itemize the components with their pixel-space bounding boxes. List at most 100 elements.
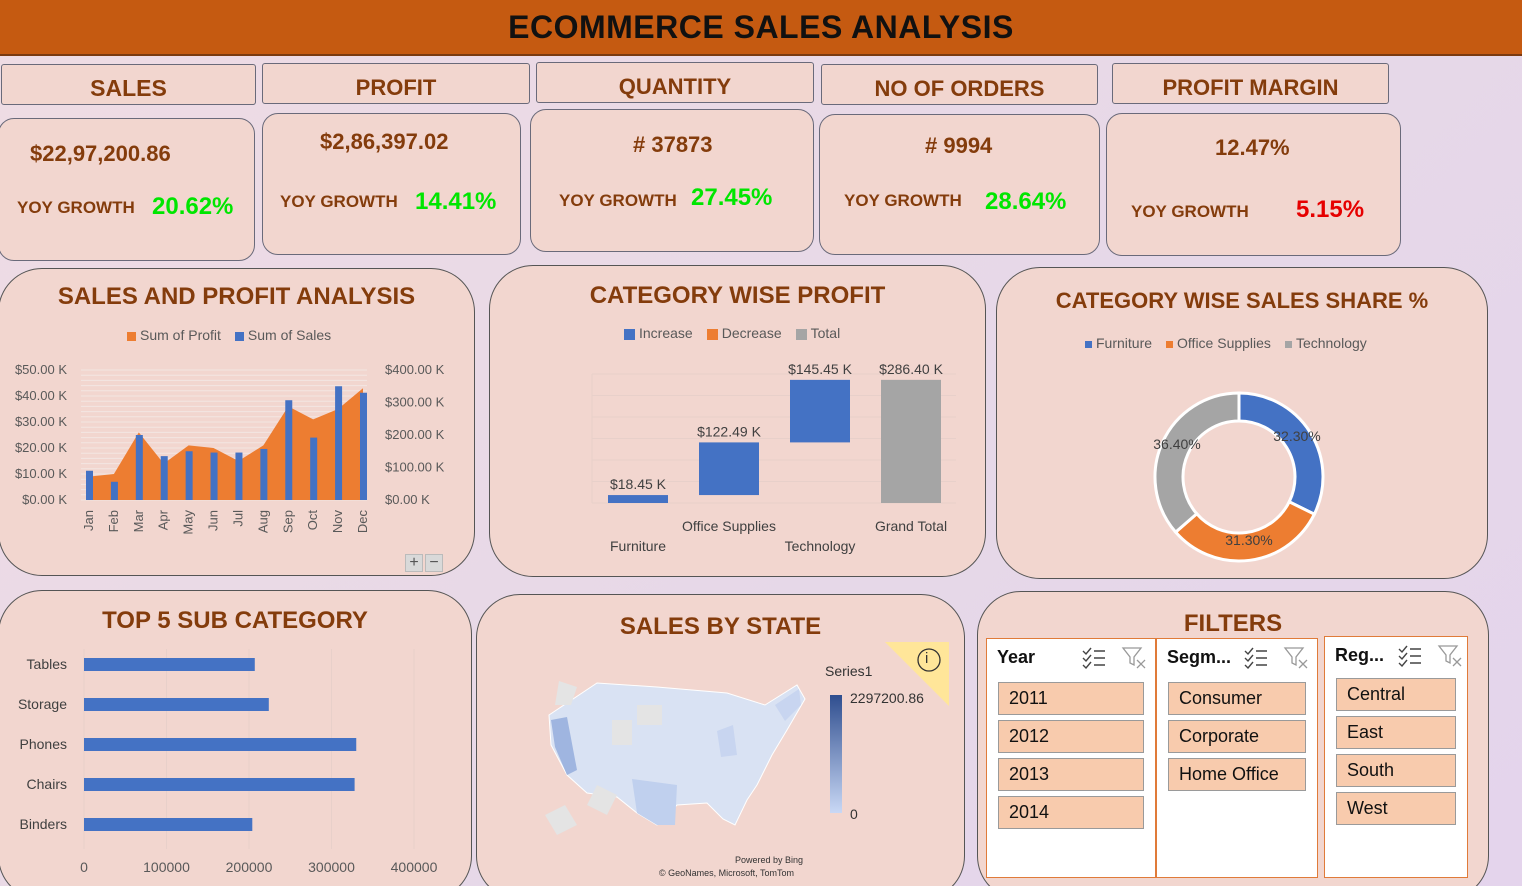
sales-bar xyxy=(185,451,193,500)
y-left-tick-label: $0.00 K xyxy=(22,492,67,507)
map-color-scale xyxy=(830,695,842,813)
kpi-growth-profit: 14.41% xyxy=(415,188,497,215)
y-left-tick-label: $30.00 K xyxy=(15,414,67,429)
waterfall-bar xyxy=(608,495,668,503)
slicer-item-consumer[interactable]: Consumer xyxy=(1168,682,1306,715)
multi-select-icon[interactable] xyxy=(1081,645,1107,669)
category-profit-panel: CATEGORY WISE PROFIT Increase Decrease T… xyxy=(489,265,986,577)
slicer-item-south[interactable]: South xyxy=(1336,754,1456,787)
x-tick-label: Feb xyxy=(106,510,121,532)
slicer-item-west[interactable]: West xyxy=(1336,792,1456,825)
category-label: Storage xyxy=(18,696,67,712)
sales-bar xyxy=(86,470,93,500)
sales-bar xyxy=(310,437,318,500)
x-tick-label: Oct xyxy=(305,510,320,531)
filters-panel: FILTERS Year 2011 2012 2013 2014 Segm...… xyxy=(977,591,1489,886)
category-label: Tables xyxy=(27,656,67,672)
slicer-item-2011[interactable]: 2011 xyxy=(998,682,1144,715)
region-slicer[interactable]: Reg... Central East South West xyxy=(1324,636,1468,878)
kpi-value-profit: $2,86,397.02 xyxy=(320,129,449,154)
slicer-item-2014[interactable]: 2014 xyxy=(998,796,1144,829)
x-tick-label: 200000 xyxy=(226,859,273,875)
zoom-in-button[interactable]: + xyxy=(405,554,423,572)
x-tick-label: May xyxy=(181,510,196,535)
sales-bar xyxy=(235,452,243,500)
slicer-item-central[interactable]: Central xyxy=(1336,678,1456,711)
map-credits: © GeoNames, Microsoft, TomTom xyxy=(659,868,794,878)
x-tick-label: Nov xyxy=(330,510,345,534)
category-label: Technology xyxy=(785,538,856,554)
slicer-item-corporate[interactable]: Corporate xyxy=(1168,720,1306,753)
sales-bar xyxy=(110,481,118,500)
data-label: $145.45 K xyxy=(788,361,852,377)
y-left-tick-label: $20.00 K xyxy=(15,440,67,455)
kpi-growth-quantity: 27.45% xyxy=(691,184,773,211)
slicer-item-2013[interactable]: 2013 xyxy=(998,758,1144,791)
slicer-header: Reg... xyxy=(1335,645,1385,665)
multi-select-icon[interactable] xyxy=(1243,645,1269,669)
sub-category-bar xyxy=(84,778,355,791)
sub-category-bar xyxy=(84,818,253,831)
year-slicer[interactable]: Year 2011 2012 2013 2014 xyxy=(986,638,1156,878)
sales-bar xyxy=(210,452,218,500)
panel-title: SALES BY STATE xyxy=(619,613,822,640)
kpi-header-orders: NO OF ORDERS xyxy=(821,64,1098,105)
sales-bar xyxy=(160,456,168,500)
sales-bar xyxy=(360,392,367,500)
panel-title: FILTERS xyxy=(1183,610,1283,637)
x-tick-label: 0 xyxy=(80,859,88,875)
kpi-header-quantity: QUANTITY xyxy=(536,62,814,103)
x-tick-label: Aug xyxy=(255,510,270,533)
kpi-yoy-label: YOY GROWTH xyxy=(17,198,135,217)
kpi-yoy-label: YOY GROWTH xyxy=(1131,202,1249,221)
zoom-out-button[interactable]: − xyxy=(425,554,443,572)
sales-by-state-panel: SALES BY STATE i Series1 2297200.86 0 Po… xyxy=(476,594,965,886)
us-map[interactable] xyxy=(537,675,817,855)
profit-area xyxy=(89,388,363,500)
slicer-item-east[interactable]: East xyxy=(1336,716,1456,749)
kpi-card-margin: 12.47% YOY GROWTH 5.15% xyxy=(1106,113,1401,256)
slicer-header: Year xyxy=(997,647,1036,667)
info-icon[interactable]: i xyxy=(925,650,928,667)
x-tick-label: Jun xyxy=(206,510,221,531)
clear-filter-icon[interactable] xyxy=(1437,643,1463,667)
top5-panel: TOP 5 SUB CATEGORY 0 100000 200000 300000 40… xyxy=(0,590,472,886)
map-series-label: Series1 xyxy=(825,663,873,679)
segment-slicer[interactable]: Segm... Consumer Corporate Home Office xyxy=(1156,638,1318,878)
multi-select-icon[interactable] xyxy=(1397,643,1423,667)
sales-bar xyxy=(285,400,293,500)
x-tick-label: Jul xyxy=(230,510,245,527)
data-label: $122.49 K xyxy=(697,423,761,439)
kpi-value-orders: # 9994 xyxy=(925,133,993,158)
x-tick-label: Dec xyxy=(355,510,370,534)
slicer-item-2012[interactable]: 2012 xyxy=(998,720,1144,753)
kpi-header-sales: SALES xyxy=(1,64,256,105)
donut-chart: 32.30% 31.30% 36.40% xyxy=(1153,391,1325,563)
clear-filter-icon[interactable] xyxy=(1121,645,1147,669)
slicer-header: Segm... xyxy=(1167,647,1232,667)
kpi-card-quantity: # 37873 YOY GROWTH 27.45% xyxy=(530,109,814,252)
kpi-card-sales: $22,97,200.86 YOY GROWTH 20.62% xyxy=(0,118,255,261)
kpi-value-sales: $22,97,200.86 xyxy=(30,141,171,166)
data-label: $286.40 K xyxy=(879,361,943,377)
kpi-value-quantity: # 37873 xyxy=(633,132,713,157)
category-label: Binders xyxy=(20,816,67,832)
x-tick-label: Apr xyxy=(156,509,171,530)
sales-profit-panel: SALES AND PROFIT ANALYSIS Sum of Profit … xyxy=(0,268,475,576)
x-tick-label: 100000 xyxy=(143,859,190,875)
category-label: Phones xyxy=(20,736,67,752)
clear-filter-icon[interactable] xyxy=(1283,645,1309,669)
y-right-tick-label: $0.00 K xyxy=(385,492,430,507)
category-label: Chairs xyxy=(27,776,67,792)
waterfall-bar xyxy=(790,379,850,443)
dashboard-title-bar: ECOMMERCE SALES ANALYSIS xyxy=(0,0,1522,56)
slice-label: 31.30% xyxy=(1225,532,1272,548)
sales-bar xyxy=(260,448,268,500)
sales-bar xyxy=(135,435,143,500)
kpi-yoy-label: YOY GROWTH xyxy=(844,191,962,210)
slice-label: 32.30% xyxy=(1273,428,1320,444)
slicer-item-home-office[interactable]: Home Office xyxy=(1168,758,1306,791)
y-right-tick-label: $300.00 K xyxy=(385,395,445,410)
y-left-tick-label: $10.00 K xyxy=(15,466,67,481)
donut-slice xyxy=(1237,391,1325,517)
